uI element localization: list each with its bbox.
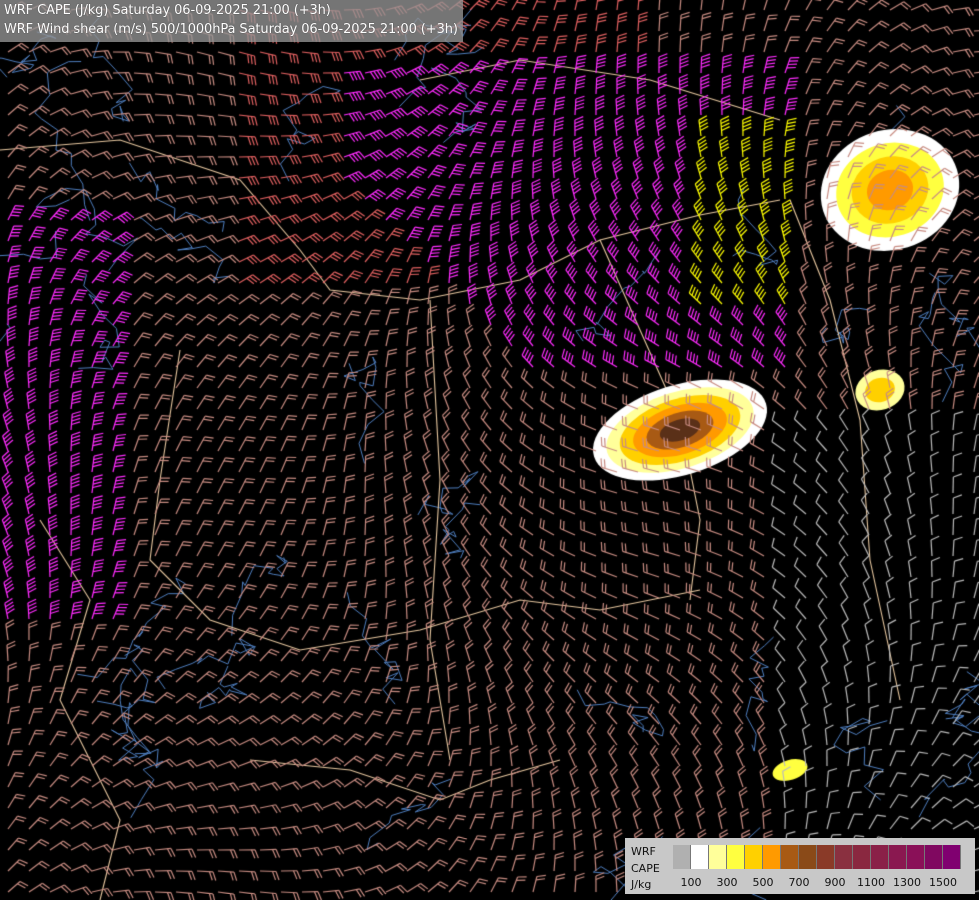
legend-tick-label: 500: [752, 876, 774, 889]
legend-swatch: [925, 845, 943, 869]
legend-tick-labels: 100 300 500 700 900 1100 1300 1500: [673, 876, 973, 890]
legend-swatch: [745, 845, 763, 869]
legend-field-label: CAPE: [631, 862, 660, 875]
cape-title: WRF CAPE (J/kg) Saturday 06-09-2025 21:0…: [4, 3, 331, 18]
wind-shear-cape-map: [0, 0, 979, 900]
map-title-box: WRF CAPE (J/kg) Saturday 06-09-2025 21:0…: [0, 0, 463, 42]
legend-swatch: [727, 845, 745, 869]
legend-swatch: [709, 845, 727, 869]
cape-legend: WRF CAPE J/kg 100 300 500 700 900 1100 1300 150…: [625, 838, 975, 894]
legend-swatch: [889, 845, 907, 869]
legend-swatch: [817, 845, 835, 869]
legend-color-scale: [673, 845, 961, 869]
legend-tick-label: 300: [716, 876, 738, 889]
legend-unit-label: J/kg: [631, 878, 652, 891]
legend-tick-label: 1300: [893, 876, 921, 889]
legend-swatch: [781, 845, 799, 869]
legend-model-label: WRF: [631, 845, 656, 858]
legend-swatch: [673, 845, 691, 869]
legend-tick-label: 1500: [929, 876, 957, 889]
legend-swatch: [835, 845, 853, 869]
wind-shear-title: WRF Wind shear (m/s) 500/1000hPa Saturda…: [4, 22, 458, 37]
legend-swatch: [763, 845, 781, 869]
legend-swatch: [943, 845, 961, 869]
legend-tick-label: 700: [788, 876, 810, 889]
legend-swatch: [799, 845, 817, 869]
legend-swatch: [907, 845, 925, 869]
legend-swatch: [691, 845, 709, 869]
legend-swatch: [853, 845, 871, 869]
legend-tick-label: 100: [680, 876, 702, 889]
legend-tick-label: 900: [824, 876, 846, 889]
legend-swatch: [871, 845, 889, 869]
legend-tick-label: 1100: [857, 876, 885, 889]
